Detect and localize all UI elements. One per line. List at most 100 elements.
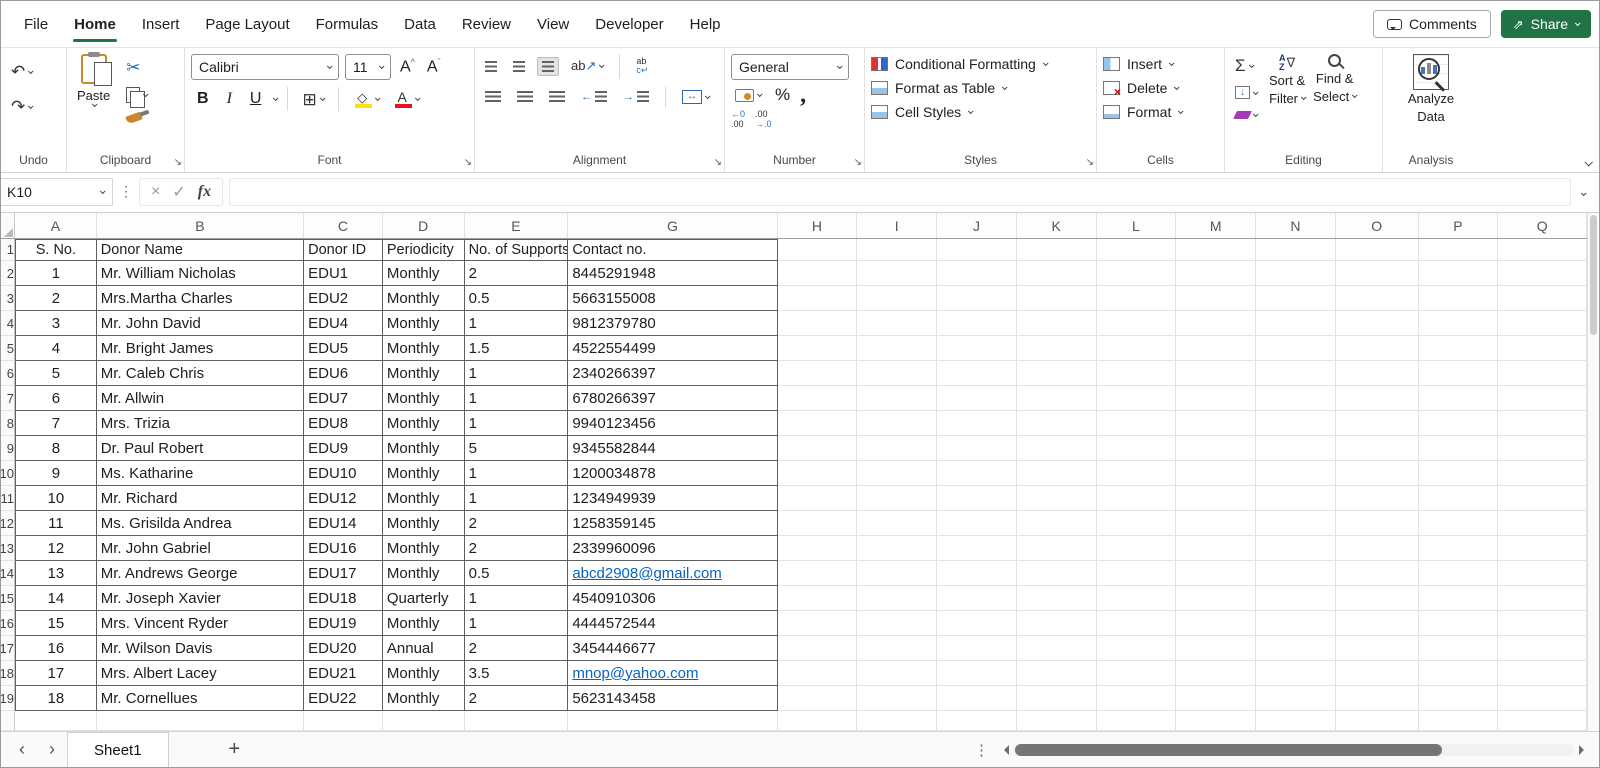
empty-cell[interactable]: [937, 361, 1017, 386]
empty-cell[interactable]: [1017, 261, 1097, 286]
empty-cell[interactable]: [1498, 461, 1587, 486]
empty-cell[interactable]: [1097, 486, 1177, 511]
cell-donor-name[interactable]: Mr. Cornellues: [97, 686, 304, 711]
next-sheet-button[interactable]: ›: [37, 739, 67, 760]
empty-cell[interactable]: [1017, 436, 1097, 461]
cell-periodicity[interactable]: Monthly: [383, 661, 465, 686]
chevron-down-icon[interactable]: [705, 93, 711, 99]
empty-cell[interactable]: [1176, 636, 1256, 661]
empty-cell[interactable]: [937, 636, 1017, 661]
insert-cells-button[interactable]: Insert: [1103, 56, 1182, 72]
empty-cell[interactable]: [1176, 336, 1256, 361]
empty-cell[interactable]: [1017, 286, 1097, 311]
cell-donor-id[interactable]: EDU14: [304, 511, 383, 536]
empty-cell[interactable]: [778, 286, 858, 311]
empty-cell[interactable]: [1419, 611, 1499, 636]
format-cells-button[interactable]: Format: [1103, 104, 1182, 120]
empty-cell[interactable]: [1256, 486, 1336, 511]
cell-supports[interactable]: 1: [465, 411, 569, 436]
number-format-select[interactable]: General: [731, 54, 849, 80]
empty-cell[interactable]: [1419, 336, 1499, 361]
cell-contact[interactable]: 9345582844: [568, 436, 777, 461]
cell-donor-name[interactable]: Mr. Wilson Davis: [97, 636, 304, 661]
empty-cell[interactable]: [1498, 386, 1587, 411]
cell-periodicity[interactable]: Monthly: [383, 611, 465, 636]
row-header-6[interactable]: 6: [1, 361, 15, 386]
cell-donor-id[interactable]: EDU16: [304, 536, 383, 561]
wrap-text-button[interactable]: abc↵: [632, 54, 652, 79]
collapse-ribbon-icon[interactable]: [1584, 158, 1592, 166]
empty-cell[interactable]: [1256, 536, 1336, 561]
empty-cell[interactable]: [1017, 486, 1097, 511]
empty-cell[interactable]: [1419, 311, 1499, 336]
empty-cell[interactable]: [1256, 386, 1336, 411]
empty-cell[interactable]: [1419, 661, 1499, 686]
empty-cell[interactable]: [1419, 461, 1499, 486]
cell-periodicity[interactable]: Monthly: [383, 311, 465, 336]
cell-supports[interactable]: 3.5: [465, 661, 569, 686]
cell-donor-id[interactable]: EDU4: [304, 311, 383, 336]
empty-cell[interactable]: [937, 661, 1017, 686]
empty-cell[interactable]: [778, 486, 858, 511]
tab-formulas[interactable]: Formulas: [303, 1, 392, 47]
row-header-10[interactable]: 10: [1, 461, 15, 486]
empty-cell[interactable]: [1498, 661, 1587, 686]
share-button[interactable]: ⇗ Share: [1501, 10, 1591, 38]
empty-cell[interactable]: [937, 511, 1017, 536]
empty-cell[interactable]: [1176, 239, 1256, 261]
cell-donor-id[interactable]: EDU20: [304, 636, 383, 661]
row-header-3[interactable]: 3: [1, 286, 15, 311]
select-all-corner[interactable]: [1, 213, 15, 238]
empty-cell[interactable]: [857, 311, 937, 336]
cell-donor-name[interactable]: Mr. Richard: [97, 486, 304, 511]
empty-cell[interactable]: [1419, 411, 1499, 436]
empty-cell[interactable]: [778, 411, 858, 436]
chevron-down-icon[interactable]: [757, 91, 763, 97]
chevron-down-icon[interactable]: [375, 95, 381, 101]
empty-cell[interactable]: [857, 386, 937, 411]
redo-button[interactable]: ↷: [7, 95, 36, 118]
cell-supports[interactable]: 1.5: [465, 336, 569, 361]
empty-cell[interactable]: [1419, 636, 1499, 661]
row-header-13[interactable]: 13: [1, 536, 15, 561]
cell-contact[interactable]: 5623143458: [568, 686, 777, 711]
find-select-button[interactable]: Find & Select: [1313, 54, 1356, 122]
empty-cell[interactable]: [937, 336, 1017, 361]
empty-cell[interactable]: [1498, 561, 1587, 586]
cell-contact[interactable]: 2339960096: [568, 536, 777, 561]
cell-contact[interactable]: 3454446677: [568, 636, 777, 661]
cell-periodicity[interactable]: Monthly: [383, 286, 465, 311]
empty-cell[interactable]: [1017, 586, 1097, 611]
empty-cell[interactable]: [1017, 461, 1097, 486]
empty-cell[interactable]: [937, 486, 1017, 511]
empty-cell[interactable]: [778, 311, 858, 336]
chevron-down-icon[interactable]: [28, 68, 34, 74]
empty-cell[interactable]: [1017, 411, 1097, 436]
cell-donor-name[interactable]: Ms. Katharine: [97, 461, 304, 486]
empty-cell[interactable]: [1097, 711, 1177, 731]
horizontal-scrollbar-thumb[interactable]: [1015, 744, 1442, 756]
align-left-button[interactable]: [481, 88, 505, 105]
cell-donor-name[interactable]: Mrs. Vincent Ryder: [97, 611, 304, 636]
empty-cell[interactable]: [1176, 586, 1256, 611]
empty-cell[interactable]: [1336, 711, 1419, 731]
cell-contact[interactable]: 2340266397: [568, 361, 777, 386]
empty-cell[interactable]: [1256, 261, 1336, 286]
cancel-button[interactable]: ×: [146, 183, 165, 201]
empty-cell[interactable]: [1097, 611, 1177, 636]
empty-cell[interactable]: [1017, 686, 1097, 711]
row-header-17[interactable]: 17: [1, 636, 15, 661]
cell-donor-id[interactable]: EDU9: [304, 436, 383, 461]
empty-cell[interactable]: [1498, 286, 1587, 311]
cell-contact[interactable]: 5663155008: [568, 286, 777, 311]
empty-cell[interactable]: [1017, 239, 1097, 261]
cell-donor-name[interactable]: Mrs.Martha Charles: [97, 286, 304, 311]
comments-button[interactable]: Comments: [1373, 10, 1491, 38]
underline-button[interactable]: U: [244, 89, 268, 109]
tab-developer[interactable]: Developer: [582, 1, 676, 47]
empty-cell[interactable]: [1256, 336, 1336, 361]
empty-cell[interactable]: [857, 586, 937, 611]
row-header-5[interactable]: 5: [1, 336, 15, 361]
cut-button[interactable]: ✂: [122, 56, 151, 79]
cell-sno[interactable]: 3: [15, 311, 97, 336]
